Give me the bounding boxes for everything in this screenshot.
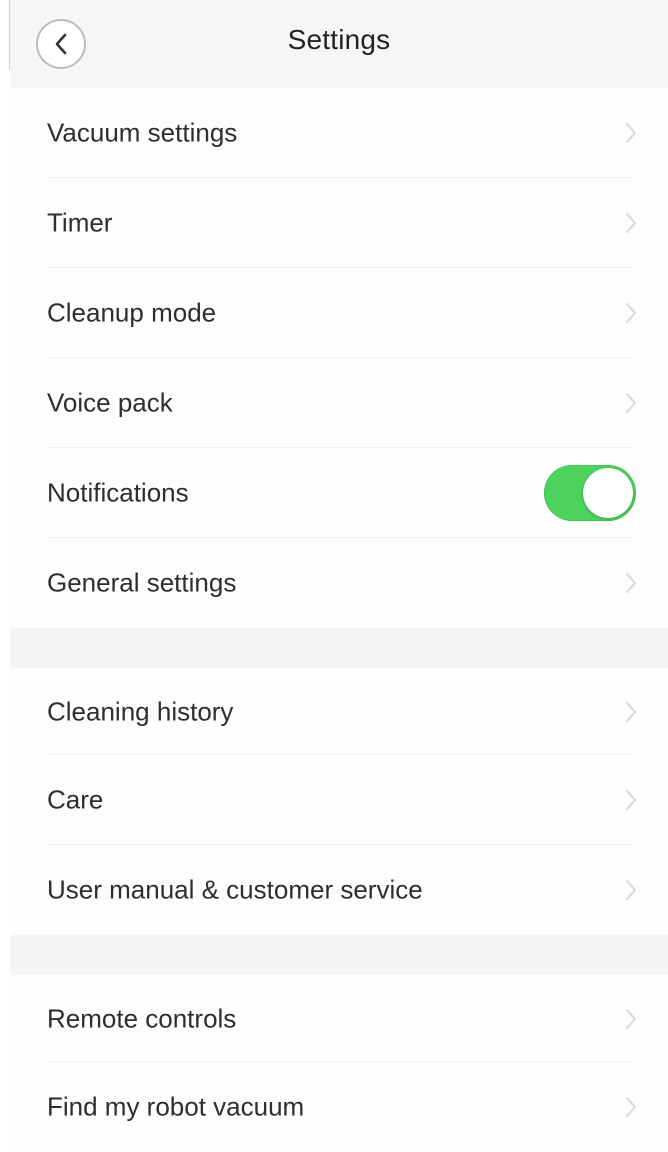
row-label: Timer: [47, 207, 113, 238]
row-label: Voice pack: [47, 387, 173, 418]
chevron-right-icon: [626, 1097, 636, 1117]
row-label: Notifications: [47, 477, 189, 508]
section-separator: [10, 628, 668, 668]
settings-row-cleaning-history[interactable]: Cleaning history: [10, 668, 668, 755]
header-bar: Settings: [10, 0, 668, 88]
row-label: General settings: [47, 567, 237, 598]
row-label: Remote controls: [47, 1003, 237, 1033]
chevron-right-icon: [626, 1008, 636, 1029]
chevron-right-icon: [626, 701, 636, 722]
toggle-knob: [583, 468, 633, 518]
chevron-right-icon: [626, 303, 636, 323]
settings-row-find-my-robot-vacuum[interactable]: Find my robot vacuum: [10, 1062, 668, 1152]
settings-row-user-manual[interactable]: User manual & customer service: [10, 845, 668, 935]
row-label: Find my robot vacuum: [47, 1091, 305, 1122]
chevron-right-icon: [626, 123, 636, 143]
settings-row-cleanup-mode[interactable]: Cleanup mode: [10, 268, 668, 358]
row-label: Care: [47, 784, 104, 815]
settings-row-general-settings[interactable]: General settings: [10, 538, 668, 628]
page-title: Settings: [287, 24, 391, 55]
row-label: Vacuum settings: [47, 117, 238, 148]
notifications-toggle[interactable]: [544, 465, 636, 521]
row-label: Cleanup mode: [47, 297, 217, 328]
settings-row-voice-pack[interactable]: Voice pack: [10, 358, 668, 448]
settings-row-notifications: Notifications: [10, 448, 668, 538]
row-label: User manual & customer service: [47, 874, 423, 905]
section-separator: [10, 935, 668, 975]
settings-row-care[interactable]: Care: [10, 755, 668, 845]
settings-list: Vacuum settings Timer Cleanup mode Voice…: [10, 88, 668, 1152]
chevron-right-icon: [626, 213, 636, 233]
settings-row-timer[interactable]: Timer: [10, 178, 668, 268]
chevron-right-icon: [626, 393, 636, 413]
chevron-right-icon: [626, 573, 636, 593]
row-label: Cleaning history: [47, 696, 234, 726]
settings-row-remote-controls[interactable]: Remote controls: [10, 975, 668, 1062]
settings-row-vacuum-settings[interactable]: Vacuum settings: [10, 88, 668, 178]
chevron-right-icon: [626, 880, 636, 900]
chevron-right-icon: [626, 790, 636, 810]
